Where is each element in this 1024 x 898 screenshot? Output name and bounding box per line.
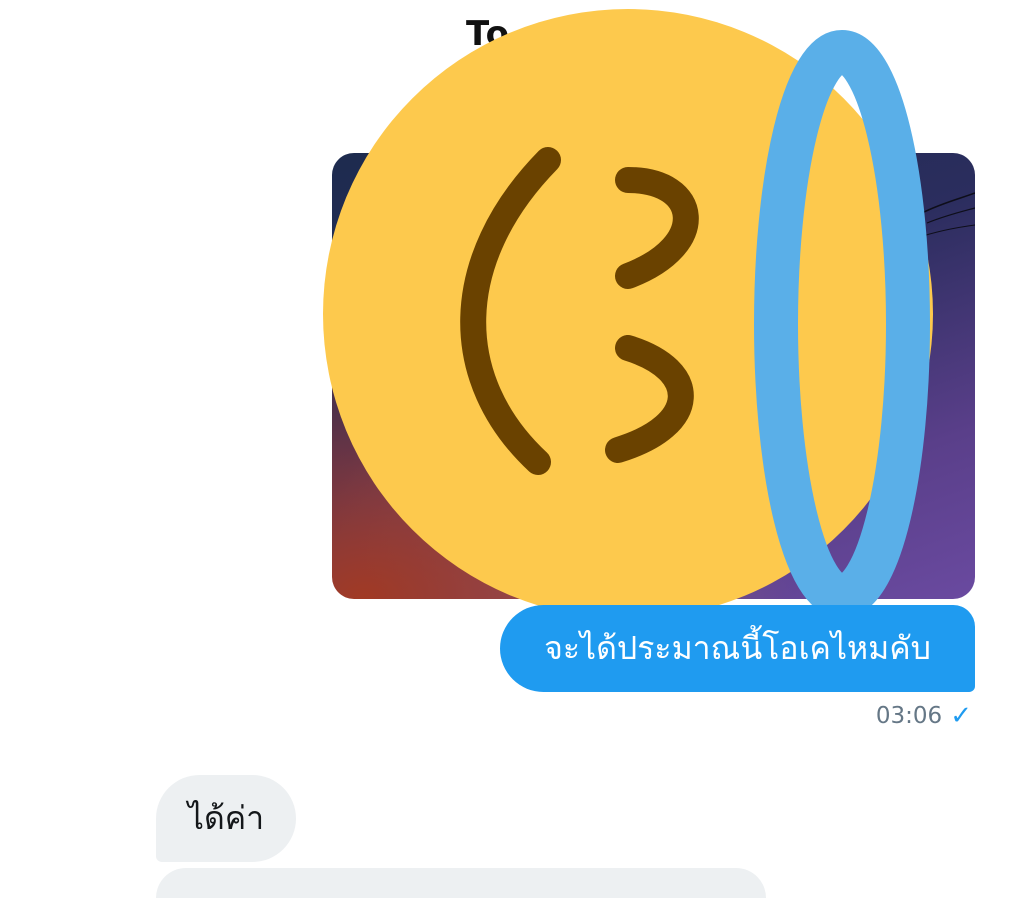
message-timestamp: 03:06 <box>875 703 943 729</box>
incoming-message-bubble[interactable]: ได้ค่า <box>156 775 296 862</box>
checkmark-icon: ✓ <box>950 701 972 731</box>
shared-image-artwork <box>916 192 975 239</box>
outgoing-message-text: จะได้ประมาณนี้โอเคไหมคับ <box>544 629 931 667</box>
outgoing-message-bubble[interactable]: จะได้ประมาณนี้โอเคไหมคับ <box>500 605 975 692</box>
incoming-message-text: ได้ค่า <box>187 799 265 837</box>
header-peek-text: To <box>466 14 511 54</box>
message-meta: 03:06 ✓ <box>876 703 972 729</box>
incoming-message-bubble-partial[interactable] <box>156 868 766 898</box>
shared-image[interactable] <box>332 153 975 599</box>
